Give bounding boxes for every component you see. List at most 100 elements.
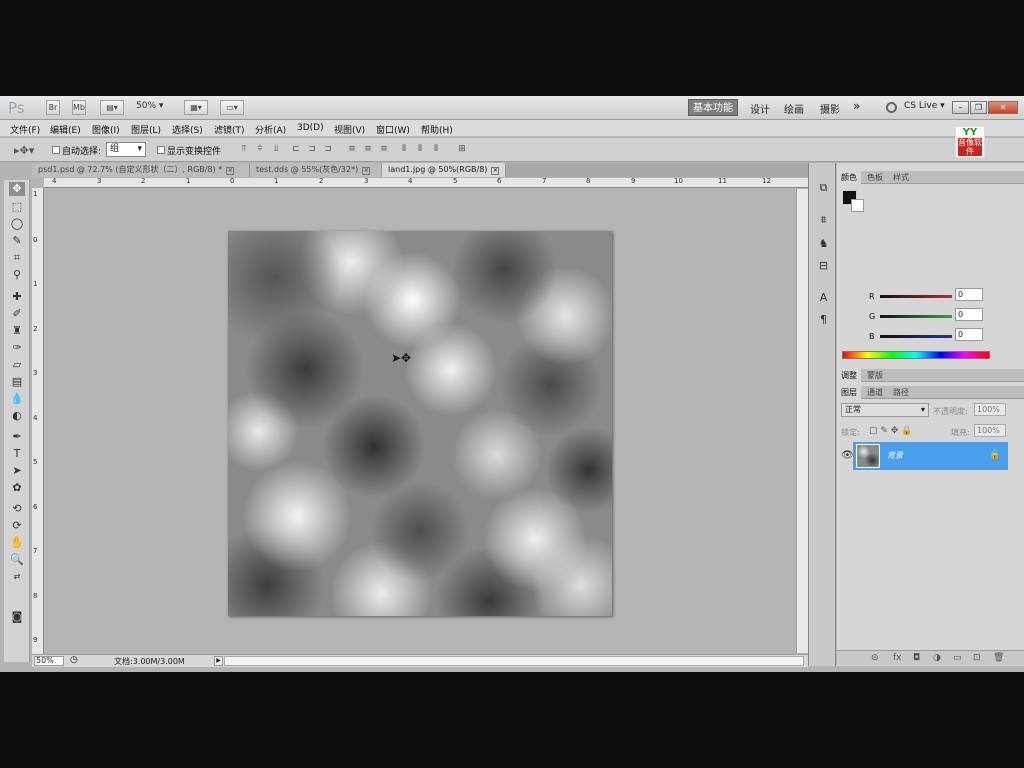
mini-bridge-button[interactable]: Mb (72, 100, 86, 115)
channel-b-value[interactable]: 0 (955, 328, 983, 341)
close-window-button[interactable]: ✕ (988, 101, 1018, 114)
menu-help[interactable]: 帮助(H) (421, 123, 453, 136)
minimize-button[interactable]: – (952, 101, 969, 114)
tool-presets-icon[interactable]: ⊟ (817, 259, 830, 272)
menu-window[interactable]: 窗口(W) (376, 123, 410, 136)
auto-align-icon[interactable]: ⊞ (456, 144, 468, 155)
menu-filter[interactable]: 滤镜(T) (214, 123, 245, 136)
tab-land1[interactable]: land1.jpg @ 50%(RGB/8) ✕ (382, 163, 506, 177)
history-brush-tool-icon[interactable]: ✑ (9, 341, 25, 355)
move-tool-preset-icon[interactable]: ▸✥▾ (14, 144, 34, 157)
restore-button[interactable]: ❐ (970, 101, 987, 114)
fill-field[interactable]: 100% (974, 424, 1006, 437)
color-spectrum-bar[interactable] (842, 351, 990, 359)
tab-swatches[interactable]: 色板 (863, 171, 887, 184)
distribute-bottom-icon[interactable]: ≡ (378, 144, 390, 155)
clone-source-icon[interactable]: ♞ (817, 237, 830, 250)
quick-select-tool-icon[interactable]: ✎ (9, 234, 25, 248)
menu-image[interactable]: 图像(I) (92, 123, 120, 136)
marquee-tool-icon[interactable]: ⬚ (9, 200, 25, 214)
quick-mask-icon[interactable]: ◙ (9, 610, 25, 624)
more-workspaces-button[interactable]: » (853, 99, 860, 113)
menu-3d[interactable]: 3D(D) (297, 123, 324, 133)
tab-test-dds[interactable]: test.dds @ 55%(灰色/32*) ✕ (250, 163, 382, 177)
auto-select-checkbox[interactable] (52, 146, 60, 154)
layer-visibility-eye-icon[interactable]: 👁 (841, 450, 854, 461)
status-menu-arrow-icon[interactable]: ▶ (214, 656, 223, 666)
brush-presets-icon[interactable]: ⩨ (817, 213, 830, 226)
distribute-vcenter-icon[interactable]: ≡ (362, 144, 374, 155)
eyedropper-tool-icon[interactable]: ⚲ (9, 268, 25, 282)
delete-layer-icon[interactable]: 🗑 (993, 653, 1004, 663)
align-right-icon[interactable]: ⊐ (322, 144, 334, 155)
layer-style-icon[interactable]: fx (893, 653, 902, 663)
tab-adjustments[interactable]: 调整 (837, 369, 861, 382)
align-bottom-icon[interactable]: ⫫ (270, 144, 282, 155)
brush-tool-icon[interactable]: ✐ (9, 307, 25, 321)
hand-tool-icon[interactable]: ✋ (9, 536, 25, 550)
auto-select-dropdown[interactable]: 组 ▾ (106, 142, 146, 157)
horizontal-scrollbar[interactable] (224, 656, 804, 666)
gradient-tool-icon[interactable]: ▤ (9, 375, 25, 389)
clone-stamp-tool-icon[interactable]: ♜ (9, 324, 25, 338)
shape-tool-icon[interactable]: ✿ (9, 481, 25, 495)
document-image-clouds[interactable] (228, 231, 612, 616)
channel-b-slider[interactable] (880, 335, 952, 338)
workspace-photography[interactable]: 摄影 (820, 101, 840, 116)
distribute-hcenter-icon[interactable]: ⫴ (414, 144, 426, 155)
menu-file[interactable]: 文件(F) (10, 123, 40, 136)
distribute-right-icon[interactable]: ⫴ (430, 144, 442, 155)
opacity-field[interactable]: 100% (974, 403, 1006, 416)
tab-color[interactable]: 颜色 (837, 171, 861, 184)
vertical-scrollbar[interactable] (796, 189, 808, 653)
history-panel-icon[interactable]: ⧉ (817, 181, 830, 194)
swap-colors-icon[interactable]: ⇄ (9, 570, 25, 584)
add-mask-icon[interactable]: ◘ (913, 653, 920, 663)
workspace-essentials[interactable]: 基本功能 (688, 99, 738, 116)
move-tool-icon[interactable]: ✥ (9, 182, 25, 196)
channel-r-value[interactable]: 0 (955, 288, 983, 301)
tab-paths[interactable]: 路径 (889, 386, 913, 399)
align-left-icon[interactable]: ⊏ (290, 144, 302, 155)
align-hcenter-icon[interactable]: ⊐ (306, 144, 318, 155)
3d-rotate-tool-icon[interactable]: ⟲ (9, 502, 25, 516)
lasso-tool-icon[interactable]: ◯ (9, 217, 25, 231)
screen-mode-button[interactable]: ▭▾ (220, 100, 244, 115)
paragraph-panel-icon[interactable]: ¶ (817, 313, 830, 326)
new-group-icon[interactable]: ▭ (953, 653, 962, 663)
menu-edit[interactable]: 编辑(E) (50, 123, 81, 136)
menu-view[interactable]: 视图(V) (334, 123, 365, 136)
path-select-tool-icon[interactable]: ➤ (9, 464, 25, 478)
show-transform-checkbox[interactable] (157, 146, 165, 154)
layer-row-background[interactable]: 背景 🔒 (853, 442, 1008, 470)
channel-g-slider[interactable] (880, 315, 952, 318)
bridge-button[interactable]: Br (46, 100, 60, 115)
status-icon[interactable]: ◷ (70, 655, 78, 665)
cs-live-menu[interactable]: CS Live ▾ (904, 101, 945, 111)
align-vcenter-icon[interactable]: ⫩ (254, 144, 266, 155)
close-tab-icon[interactable]: ✕ (491, 167, 500, 175)
dodge-tool-icon[interactable]: ◐ (9, 409, 25, 423)
new-layer-icon[interactable]: ⊡ (973, 653, 981, 663)
close-tab-icon[interactable]: ✕ (226, 167, 235, 175)
blur-tool-icon[interactable]: 💧 (9, 392, 25, 406)
zoom-select[interactable]: 50% ▾ (136, 101, 163, 111)
menu-layer[interactable]: 图层(L) (131, 123, 161, 136)
tab-styles[interactable]: 样式 (889, 171, 913, 184)
view-extras-button[interactable]: ▤▾ (100, 100, 124, 115)
adjustment-layer-icon[interactable]: ◑ (933, 653, 941, 663)
close-tab-icon[interactable]: ✕ (362, 167, 371, 175)
3d-orbit-tool-icon[interactable]: ⟳ (9, 519, 25, 533)
menu-analysis[interactable]: 分析(A) (255, 123, 286, 136)
align-top-icon[interactable]: ⫪ (238, 144, 250, 155)
arrange-documents-button[interactable]: ▦▾ (184, 100, 208, 115)
workspace-painting[interactable]: 绘画 (784, 101, 804, 116)
character-panel-icon[interactable]: A (817, 291, 830, 304)
lock-icons[interactable]: ▢ ✎ ✥ 🔒 (869, 426, 912, 436)
tab-layers[interactable]: 图层 (837, 386, 861, 399)
pen-tool-icon[interactable]: ✒ (9, 430, 25, 444)
blend-mode-dropdown[interactable]: 正常 ▾ (841, 403, 929, 417)
channel-g-value[interactable]: 0 (955, 308, 983, 321)
tab-psd1[interactable]: psd1.psd @ 72.7% (自定义形状（二）, RGB/8) * ✕ (32, 163, 250, 177)
crop-tool-icon[interactable]: ⌗ (9, 251, 25, 265)
